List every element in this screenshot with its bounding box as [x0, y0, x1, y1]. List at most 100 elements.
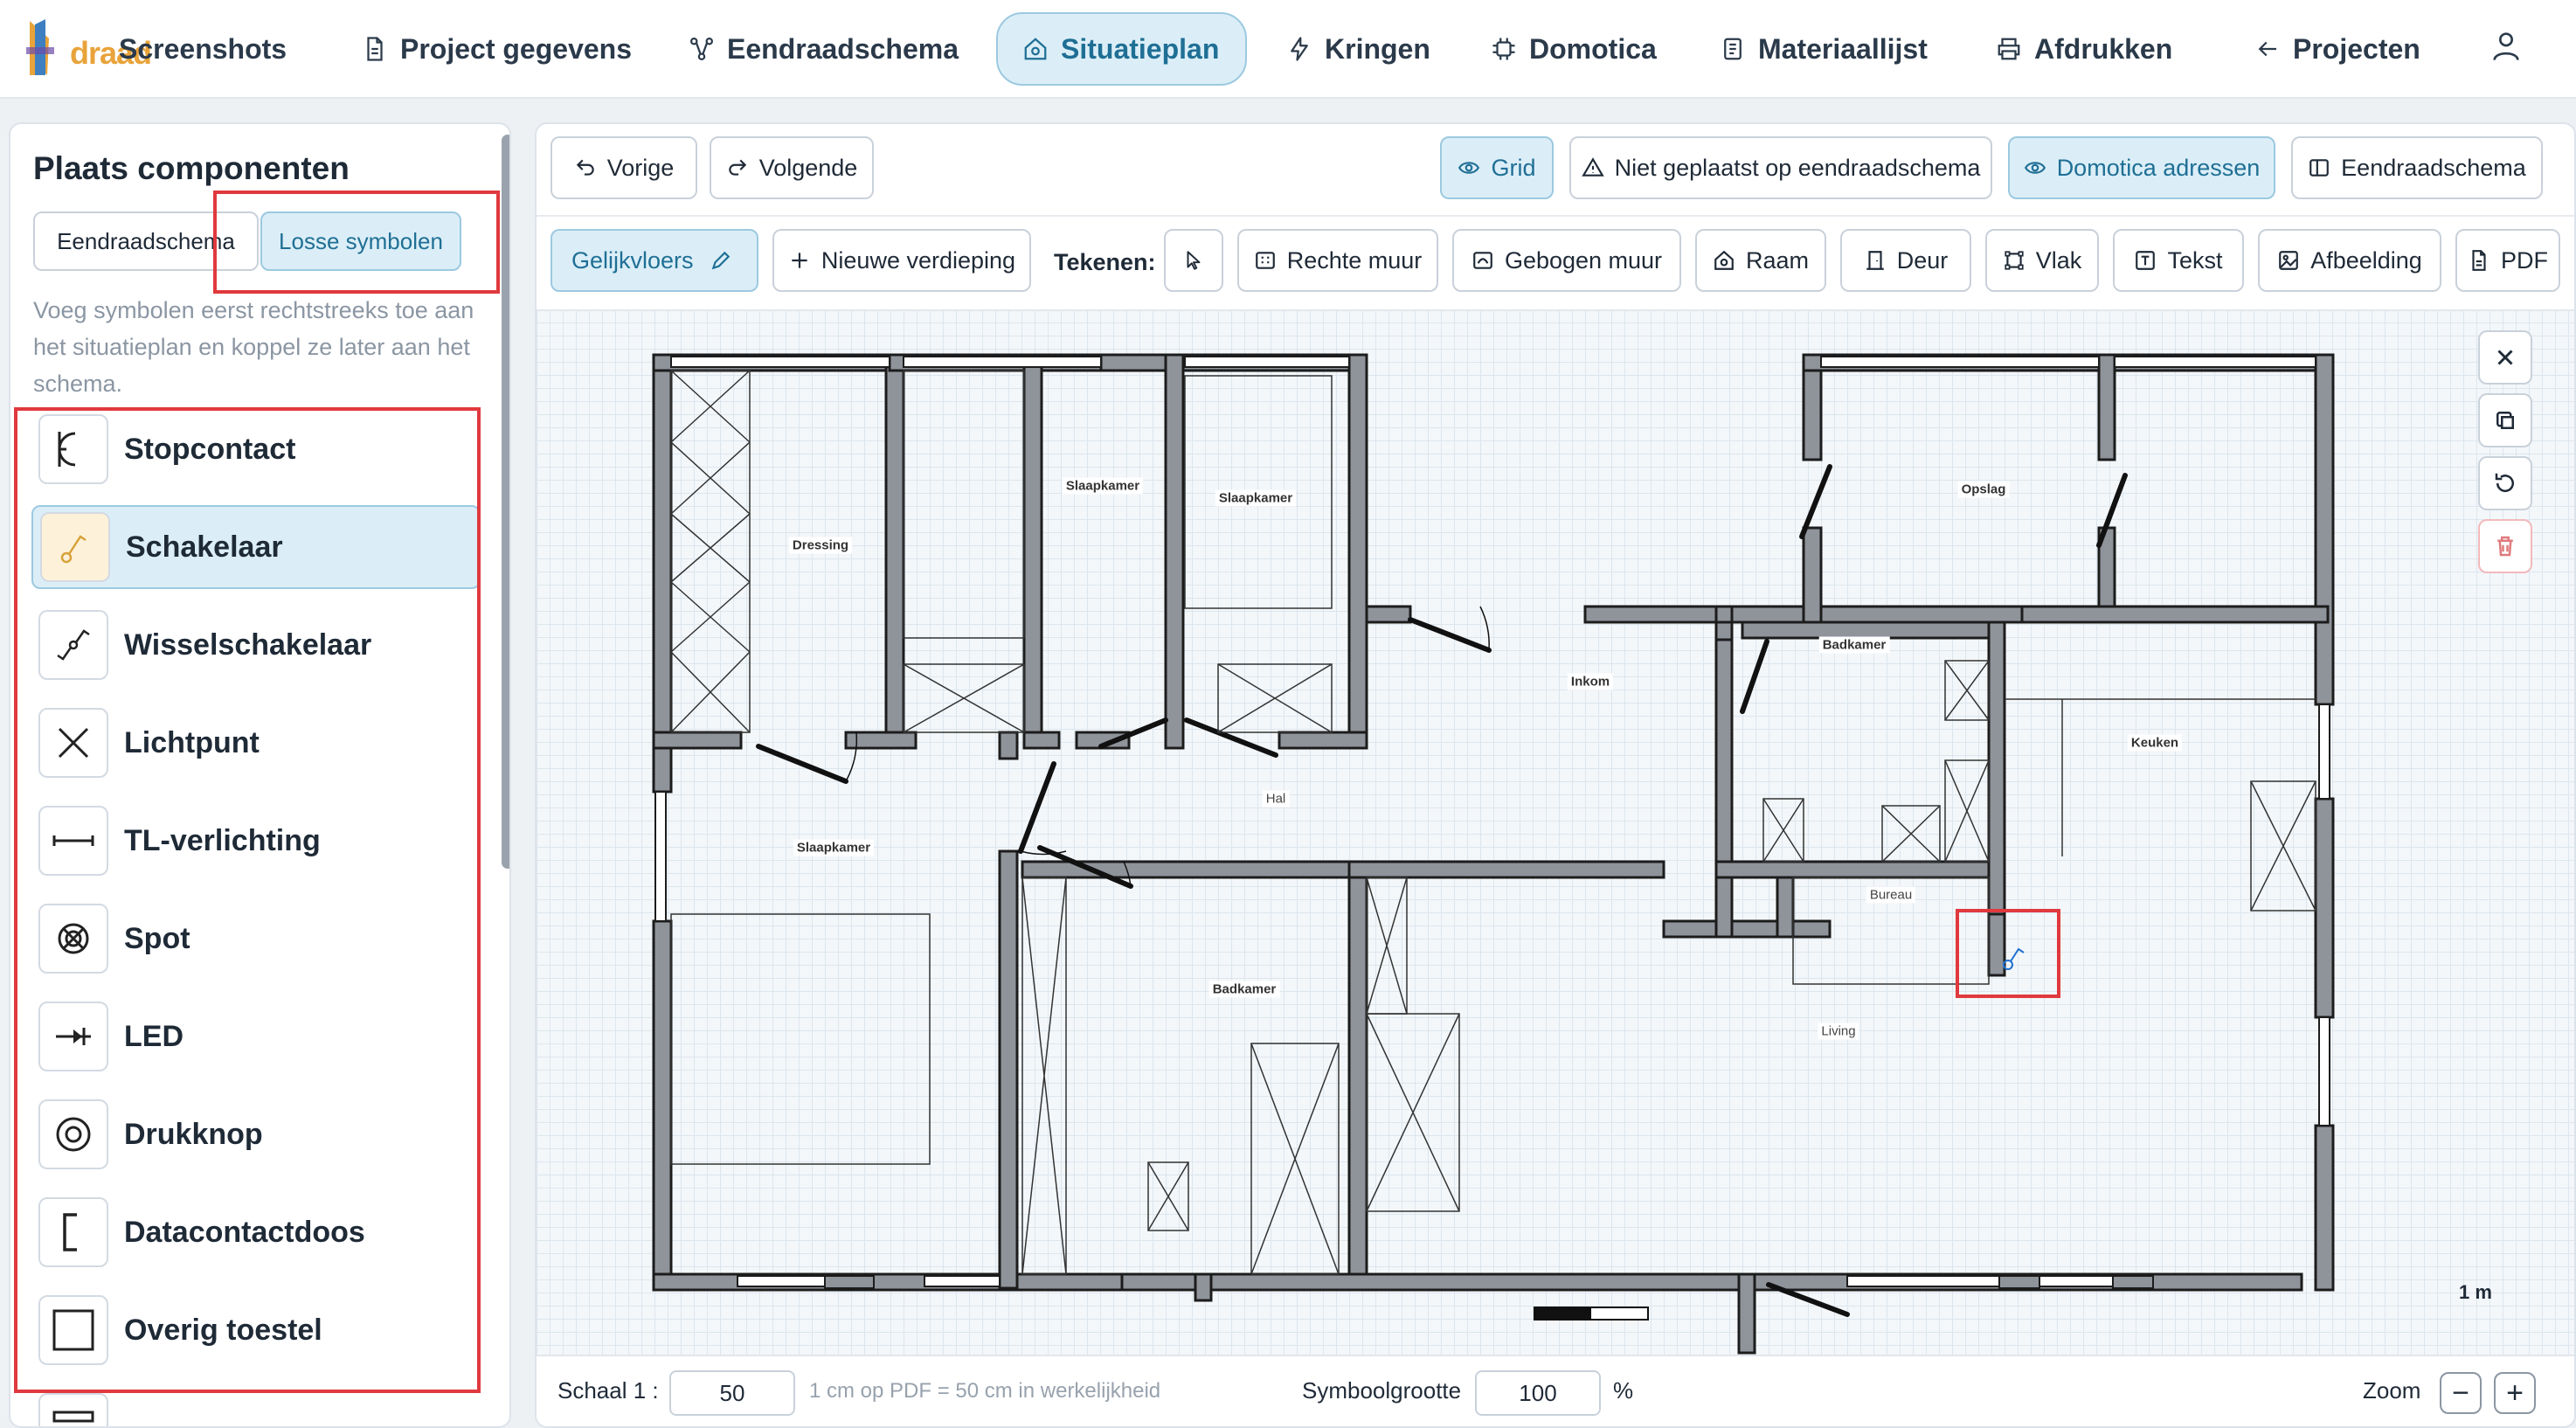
- nav-project-gegevens[interactable]: Project gegevens: [362, 24, 632, 73]
- door-leaf: [1018, 761, 1056, 854]
- duplicate-button[interactable]: [2478, 393, 2532, 447]
- tool-gebogen-muur[interactable]: Gebogen muur: [1452, 229, 1681, 292]
- tool-tekst[interactable]: Tekst: [2113, 229, 2244, 292]
- zoom-out-button[interactable]: −: [2440, 1372, 2482, 1414]
- symbol-spot[interactable]: Spot: [31, 897, 481, 981]
- room-label[interactable]: Keuken: [2127, 734, 2183, 752]
- symbol-led[interactable]: LED: [31, 995, 481, 1078]
- symbol-lichtpunt[interactable]: Lichtpunt: [31, 701, 481, 785]
- nav-materiaallijst[interactable]: Materiaallijst: [1720, 24, 1928, 73]
- room-label[interactable]: Inkom: [1567, 673, 1614, 690]
- symbol-drukknop[interactable]: Drukknop: [31, 1092, 481, 1176]
- delete-button[interactable]: [2478, 519, 2532, 573]
- floorplan-canvas[interactable]: Dressing Slaapkamer Slaapkamer Opslag In…: [537, 309, 2574, 1356]
- spot-icon: [58, 923, 89, 954]
- other-device-icon: [52, 1309, 94, 1351]
- room-label[interactable]: Dressing: [788, 537, 853, 554]
- tab-losse-symbolen[interactable]: Losse symbolen: [260, 211, 461, 271]
- tool-deur[interactable]: Deur: [1840, 229, 1971, 292]
- room-label[interactable]: Bureau: [1866, 886, 1916, 904]
- nav-eendraadschema[interactable]: Eendraadschema: [689, 24, 959, 73]
- next-button[interactable]: Volgende: [710, 136, 874, 199]
- symbol-label: Lichtpunt: [124, 725, 260, 759]
- nav-projecten[interactable]: Projecten: [2254, 24, 2420, 73]
- symbol-label: LED: [124, 1019, 184, 1053]
- symbol-datacontactdoos[interactable]: Datacontactdoos: [31, 1190, 481, 1274]
- wall: [2314, 797, 2335, 1019]
- grid-toggle[interactable]: Grid: [1440, 136, 1554, 199]
- not-placed-button[interactable]: Niet geplaatst op eendraadschema: [1569, 136, 1992, 199]
- rotate-button[interactable]: [2478, 456, 2532, 510]
- tool-afbeelding[interactable]: Afbeelding: [2258, 229, 2441, 292]
- prev-button[interactable]: Vorige: [551, 136, 697, 199]
- nav-afdrukken[interactable]: Afdrukken: [1996, 24, 2172, 73]
- wall: [652, 919, 673, 1290]
- user-icon[interactable]: [2489, 26, 2524, 65]
- nav-label: Domotica: [1529, 32, 1657, 65]
- window: [2114, 356, 2316, 368]
- wall: [1662, 919, 1832, 939]
- tool-vlak[interactable]: Vlak: [1985, 229, 2099, 292]
- scale-input[interactable]: 50: [669, 1370, 795, 1416]
- room-label[interactable]: Slaapkamer: [1215, 489, 1297, 507]
- room-label[interactable]: Living: [1818, 1022, 1859, 1040]
- percent-sign: %: [1613, 1377, 1634, 1404]
- nav-situatieplan[interactable]: Situatieplan: [996, 12, 1248, 86]
- nav-label: Materiaallijst: [1758, 32, 1928, 65]
- scale-bar-graphic: [1534, 1307, 1649, 1321]
- room-label[interactable]: Slaapkamer: [1062, 477, 1144, 495]
- wall: [2314, 353, 2335, 706]
- tab-eendraadschema[interactable]: Eendraadschema: [33, 211, 259, 271]
- symbol-schakelaar[interactable]: Schakelaar: [31, 505, 481, 589]
- app-logo[interactable]: draad: [19, 12, 152, 84]
- symbol-overig-toestel[interactable]: Overig toestel: [31, 1288, 481, 1372]
- pencil-icon: [711, 251, 731, 270]
- tool-raam[interactable]: Raam: [1695, 229, 1826, 292]
- plan-editor: Vorige Volgende Grid Niet geplaatst op e…: [535, 122, 2576, 1428]
- nav-label: Situatieplan: [1061, 32, 1220, 65]
- domotica-toggle[interactable]: Domotica adressen: [2008, 136, 2275, 199]
- symbol-label: Datacontactdoos: [124, 1215, 365, 1249]
- nav-label: Afdrukken: [2034, 32, 2173, 65]
- close-tool-button[interactable]: [2478, 330, 2532, 385]
- zoom-label: Zoom: [2363, 1377, 2421, 1404]
- new-floor-button[interactable]: Nieuwe verdieping: [772, 229, 1031, 292]
- tool-pdf[interactable]: PDF: [2455, 229, 2560, 292]
- room-label[interactable]: Opslag: [1957, 481, 2010, 498]
- symbol-label: Drukknop: [124, 1117, 263, 1151]
- symbol-tl-verlichting[interactable]: TL-verlichting: [31, 799, 481, 883]
- wall: [652, 1272, 1127, 1292]
- nav-screenshots[interactable]: Screenshots: [119, 24, 287, 73]
- light-point-icon: [58, 727, 89, 759]
- lightning-icon: [1291, 37, 1308, 61]
- symbol-size-input[interactable]: 100: [1475, 1370, 1601, 1416]
- window: [2318, 1016, 2330, 1126]
- image-icon: [2279, 251, 2299, 270]
- room-label[interactable]: Badkamer: [1208, 981, 1280, 998]
- zoom-in-button[interactable]: +: [2494, 1372, 2536, 1414]
- wardrobe-cross: [1021, 877, 1067, 1275]
- symbol-wisselschakelaar[interactable]: Wisselschakelaar: [31, 603, 481, 687]
- nav-kringen[interactable]: Kringen: [1286, 24, 1430, 73]
- window: [1184, 356, 1350, 368]
- symbol-next-partial[interactable]: [31, 1386, 481, 1426]
- select-tool[interactable]: [1164, 229, 1223, 292]
- nav-label: Project gegevens: [400, 32, 632, 65]
- door-swing: [1479, 606, 1490, 651]
- nav-label: Screenshots: [119, 32, 287, 65]
- counter: [2005, 698, 2316, 856]
- room-label[interactable]: Slaapkamer: [793, 839, 875, 856]
- panel-scrollbar[interactable]: [502, 135, 509, 869]
- floor-selector[interactable]: Gelijkvloers: [551, 229, 758, 292]
- room-label[interactable]: Badkamer: [1818, 636, 1890, 654]
- tool-rechte-muur[interactable]: Rechte muur: [1237, 229, 1438, 292]
- symbol-stopcontact[interactable]: Stopcontact: [31, 407, 481, 491]
- room-label[interactable]: Hal: [1262, 790, 1290, 808]
- cabinet-cross: [1147, 1161, 1189, 1231]
- wall: [2097, 353, 2116, 461]
- cabinet-cross: [2250, 780, 2316, 912]
- wall: [2112, 1275, 2154, 1289]
- eendraadschema-button[interactable]: Eendraadschema: [2291, 136, 2543, 199]
- button-label: Vorige: [606, 154, 675, 181]
- nav-domotica[interactable]: Domotica: [1491, 24, 1657, 73]
